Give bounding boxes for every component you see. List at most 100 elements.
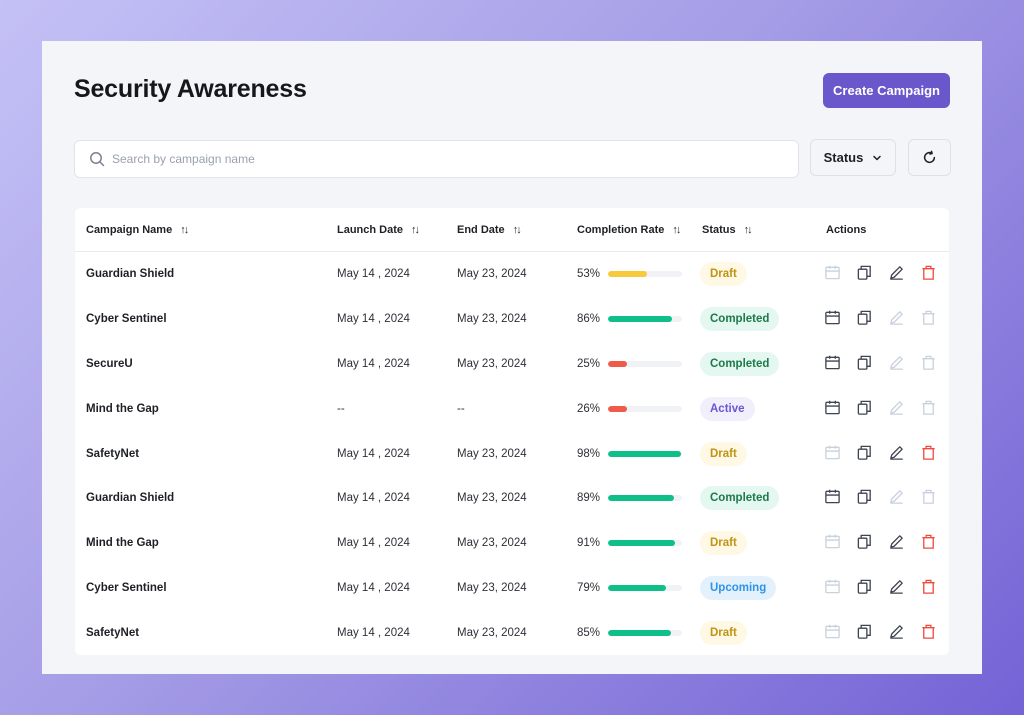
table-row[interactable]: Cyber Sentinel May 14 , 2024 May 23, 202… — [75, 297, 949, 342]
status-cell: Draft — [700, 431, 747, 476]
edit-button[interactable] — [888, 533, 905, 553]
schedule-icon — [825, 579, 840, 594]
delete-button[interactable] — [920, 488, 937, 508]
launch-date: May 14 , 2024 — [337, 268, 410, 281]
campaign-name[interactable]: Guardian Shield — [86, 476, 174, 521]
edit-button[interactable] — [888, 399, 905, 419]
campaign-name[interactable]: Mind the Gap — [86, 386, 159, 431]
edit-button[interactable] — [888, 488, 905, 508]
completion-rate: 98% — [577, 431, 683, 476]
schedule-button[interactable] — [824, 533, 841, 553]
schedule-icon — [825, 400, 840, 415]
duplicate-button[interactable] — [856, 578, 873, 598]
duplicate-button[interactable] — [856, 533, 873, 553]
schedule-button[interactable] — [824, 264, 841, 284]
duplicate-button[interactable] — [856, 399, 873, 419]
table-header: Campaign Name ↑↓ Launch Date ↑↓ End Date ↑↓ Co… — [75, 208, 949, 252]
launch-date: May 14 , 2024 — [337, 537, 410, 550]
schedule-button[interactable] — [824, 399, 841, 419]
sort-icon[interactable]: ↑↓ — [744, 224, 753, 236]
table-row[interactable]: Mind the Gap May 14 , 2024 May 23, 2024 … — [75, 521, 949, 566]
column-header-status[interactable]: Status ↑↓ — [702, 208, 753, 252]
schedule-button[interactable] — [824, 488, 841, 508]
edit-button[interactable] — [888, 444, 905, 464]
table-row[interactable]: Guardian Shield May 14 , 2024 May 23, 20… — [75, 476, 949, 521]
table-row[interactable]: Cyber Sentinel May 14 , 2024 May 23, 202… — [75, 566, 949, 611]
search-input[interactable] — [112, 152, 798, 166]
progress-bar-fill — [608, 271, 648, 278]
schedule-button[interactable] — [824, 354, 841, 374]
delete-button[interactable] — [920, 533, 937, 553]
progress-bar — [608, 495, 683, 502]
progress-bar — [608, 584, 683, 591]
duplicate-button[interactable] — [856, 488, 873, 508]
delete-button[interactable] — [920, 354, 937, 374]
completion-rate: 85% — [577, 610, 683, 655]
edit-button[interactable] — [888, 354, 905, 374]
schedule-button[interactable] — [824, 578, 841, 598]
schedule-button[interactable] — [824, 444, 841, 464]
completion-rate: 79% — [577, 566, 683, 611]
delete-icon — [922, 534, 935, 549]
delete-button[interactable] — [920, 309, 937, 329]
status-cell: Completed — [700, 476, 780, 521]
campaign-name[interactable]: Mind the Gap — [86, 521, 159, 566]
sort-icon[interactable]: ↑↓ — [411, 224, 420, 236]
status-filter-dropdown[interactable]: Status — [810, 139, 896, 176]
delete-button[interactable] — [920, 264, 937, 284]
campaign-name[interactable]: SafetyNet — [86, 431, 139, 476]
duplicate-icon — [857, 445, 871, 460]
table-row[interactable]: SafetyNet May 14 , 2024 May 23, 2024 98%… — [75, 431, 949, 476]
completion-rate-label: 85% — [577, 626, 601, 639]
status-badge: Active — [700, 396, 755, 421]
delete-button[interactable] — [920, 399, 937, 419]
schedule-icon — [825, 445, 840, 459]
delete-button[interactable] — [920, 623, 937, 643]
duplicate-button[interactable] — [856, 309, 873, 329]
create-campaign-button[interactable]: Create Campaign — [823, 73, 950, 108]
column-header-label: Status — [702, 224, 736, 236]
sort-icon[interactable]: ↑↓ — [180, 224, 189, 236]
row-actions — [824, 521, 937, 566]
status-badge: Completed — [700, 307, 780, 332]
duplicate-button[interactable] — [856, 354, 873, 374]
campaign-name[interactable]: Cyber Sentinel — [86, 297, 167, 342]
sort-icon[interactable]: ↑↓ — [672, 224, 681, 236]
duplicate-button[interactable] — [856, 444, 873, 464]
table-row[interactable]: Guardian Shield May 14 , 2024 May 23, 20… — [75, 252, 949, 297]
edit-button[interactable] — [888, 264, 905, 284]
schedule-button[interactable] — [824, 623, 841, 643]
column-header-end-date[interactable]: End Date ↑↓ — [457, 208, 522, 252]
duplicate-icon — [857, 266, 871, 281]
edit-button[interactable] — [888, 623, 905, 643]
edit-button[interactable] — [888, 578, 905, 598]
schedule-icon — [825, 310, 840, 325]
table-body: Guardian Shield May 14 , 2024 May 23, 20… — [75, 252, 949, 655]
status-cell: Draft — [700, 521, 747, 566]
column-header-campaign-name[interactable]: Campaign Name ↑↓ — [86, 208, 189, 252]
table-row[interactable]: SafetyNet May 14 , 2024 May 23, 2024 85%… — [75, 610, 949, 655]
campaign-name[interactable]: SecureU — [86, 342, 133, 387]
edit-button[interactable] — [888, 309, 905, 329]
column-header-completion-rate[interactable]: Completion Rate ↑↓ — [577, 208, 681, 252]
completion-rate: 25% — [577, 342, 683, 387]
completion-rate-label: 79% — [577, 581, 601, 594]
search-box[interactable] — [74, 140, 799, 178]
campaign-name[interactable]: Cyber Sentinel — [86, 566, 167, 611]
schedule-button[interactable] — [824, 309, 841, 329]
campaign-name[interactable]: SafetyNet — [86, 610, 139, 655]
table-row[interactable]: Mind the Gap -- -- 26% Active — [75, 386, 949, 431]
sort-icon[interactable]: ↑↓ — [513, 224, 522, 236]
duplicate-button[interactable] — [856, 264, 873, 284]
column-header-actions: Actions — [826, 208, 866, 252]
column-header-launch-date[interactable]: Launch Date ↑↓ — [337, 208, 420, 252]
campaign-name[interactable]: Guardian Shield — [86, 252, 174, 297]
table-row[interactable]: SecureU May 14 , 2024 May 23, 2024 25% C… — [75, 342, 949, 387]
progress-bar-fill — [608, 495, 674, 502]
duplicate-button[interactable] — [856, 623, 873, 643]
launch-date: May 14 , 2024 — [337, 357, 410, 370]
refresh-button[interactable] — [908, 139, 951, 176]
status-badge: Completed — [700, 486, 780, 511]
delete-button[interactable] — [920, 578, 937, 598]
delete-button[interactable] — [920, 444, 937, 464]
